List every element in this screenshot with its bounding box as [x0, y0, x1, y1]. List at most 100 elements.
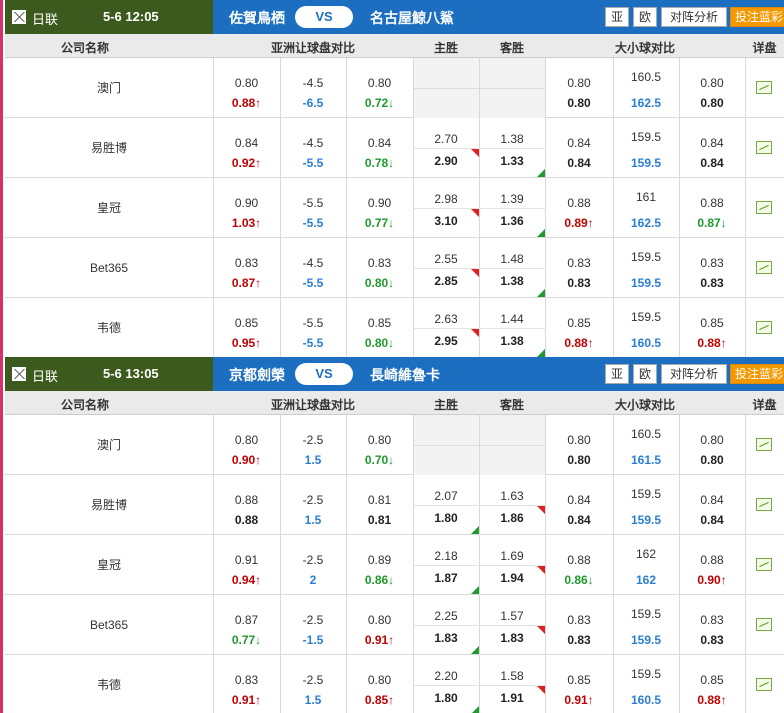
- ah-h1: 0.83: [234, 673, 259, 687]
- fall-marker-icon: [537, 349, 545, 357]
- league-bar: 日联 5-6 12:05: [5, 0, 213, 34]
- chart-icon[interactable]: [756, 618, 772, 631]
- match-header: 日联 5-6 13:05 京都劍榮 VS 長崎維魯卡 亚欧对阵分析 投注蓝彩: [5, 357, 784, 391]
- wl-a2: 1.38: [500, 334, 524, 348]
- ou-l2: 159.5: [630, 633, 662, 647]
- ou-o2: 0.91↑: [564, 693, 594, 707]
- vs-badge: VS: [295, 6, 353, 28]
- chart-icon[interactable]: [756, 141, 772, 154]
- ou-o1: 0.80: [567, 433, 591, 447]
- empty-odds-cell: [414, 88, 479, 118]
- ah-l2: 2: [309, 573, 317, 587]
- ah-l1: -2.5: [302, 673, 324, 687]
- ah-a2: 0.81: [367, 513, 392, 527]
- inner-divider: [413, 685, 545, 686]
- wl-a2: 1.33: [500, 154, 524, 168]
- company-name[interactable]: 韦德: [5, 655, 213, 713]
- company-name[interactable]: 易胜博: [5, 118, 213, 178]
- wl-h2: 1.83: [434, 631, 458, 645]
- ou-o2: 0.88↑: [564, 336, 594, 350]
- chart-icon[interactable]: [756, 438, 772, 451]
- cell-divider: [745, 595, 746, 655]
- analysis-button[interactable]: 对阵分析: [661, 364, 727, 384]
- chart-icon[interactable]: [756, 81, 772, 94]
- chart-icon[interactable]: [756, 498, 772, 511]
- wl-a1: 1.48: [500, 252, 524, 266]
- chart-icon[interactable]: [756, 678, 772, 691]
- ou-u1: 0.88: [700, 553, 724, 567]
- analysis-button[interactable]: 对阵分析: [661, 7, 727, 27]
- ah-a2: 0.80↓: [364, 336, 395, 350]
- ah-l1: -2.5: [302, 493, 324, 507]
- ah-h2: 0.94↑: [231, 573, 262, 587]
- fall-marker-icon: [537, 289, 545, 297]
- ah-l2: 1.5: [304, 453, 322, 467]
- ah-h1: 0.84: [234, 136, 259, 150]
- collapse-checkbox-icon[interactable]: [12, 367, 26, 381]
- wl-h2: 1.80: [434, 511, 458, 525]
- company-name[interactable]: 澳门: [5, 58, 213, 118]
- league-name[interactable]: 日联: [32, 9, 58, 28]
- col-company: 公司名称: [60, 398, 109, 412]
- chart-icon[interactable]: [756, 261, 772, 274]
- ah-l1: -5.5: [302, 316, 324, 330]
- match-block: 日联 5-6 12:05 佐賀鳥栖 VS 名古屋鯨八鯊 亚欧对阵分析 投注蓝彩 公司名称 亚洲让…: [5, 0, 784, 358]
- ah-a1: 0.84: [367, 136, 392, 150]
- ou-u1: 0.84: [700, 493, 724, 507]
- home-team[interactable]: 佐賀鳥栖: [229, 8, 285, 28]
- chart-icon[interactable]: [756, 321, 772, 334]
- company-name[interactable]: 皇冠: [5, 535, 213, 595]
- asia-button[interactable]: 亚: [605, 7, 629, 27]
- fall-marker-icon: [471, 526, 479, 534]
- ou-o1: 0.84: [567, 493, 591, 507]
- wl-a1: 1.57: [500, 609, 524, 623]
- cell-divider: [745, 178, 746, 238]
- ah-l1: -4.5: [302, 136, 324, 150]
- bet-button[interactable]: 投注蓝彩: [730, 7, 784, 27]
- empty-odds-cell: [480, 58, 545, 88]
- bet-button[interactable]: 投注蓝彩: [730, 364, 784, 384]
- company-name[interactable]: 皇冠: [5, 178, 213, 238]
- chart-icon[interactable]: [756, 201, 772, 214]
- match-block: 日联 5-6 13:05 京都劍榮 VS 長崎維魯卡 亚欧对阵分析 投注蓝彩 公司名称 亚洲让球…: [5, 357, 784, 713]
- ou-o2: 0.80: [567, 96, 591, 110]
- inner-divider: [413, 148, 545, 149]
- company-name[interactable]: Bet365: [5, 595, 213, 655]
- wl-a1: 1.44: [500, 312, 524, 326]
- ah-a1: 0.80: [367, 76, 392, 90]
- away-team[interactable]: 名古屋鯨八鯊: [370, 8, 454, 28]
- ou-l2: 160.5: [630, 336, 662, 350]
- cell-divider: [745, 475, 746, 535]
- home-team[interactable]: 京都劍榮: [229, 365, 285, 385]
- ah-l2: -5.5: [302, 216, 324, 230]
- ah-a2: 0.70↓: [364, 453, 395, 467]
- inner-divider: [413, 208, 545, 209]
- asia-button[interactable]: 亚: [605, 364, 629, 384]
- ah-a2: 0.72↓: [364, 96, 395, 110]
- col-company: 公司名称: [60, 41, 109, 55]
- wl-h2: 1.80: [434, 691, 458, 705]
- league-name[interactable]: 日联: [32, 366, 58, 385]
- empty-odds-cell: [414, 445, 479, 475]
- league-bar: 日联 5-6 13:05: [5, 357, 213, 391]
- company-name[interactable]: 易胜博: [5, 475, 213, 535]
- euro-button[interactable]: 欧: [633, 364, 657, 384]
- ou-o1: 0.80: [567, 76, 591, 90]
- fall-marker-icon: [471, 706, 479, 713]
- company-name[interactable]: Bet365: [5, 238, 213, 298]
- away-team[interactable]: 長崎維魯卡: [370, 365, 440, 385]
- ah-l2: -5.5: [302, 336, 324, 350]
- euro-button[interactable]: 欧: [633, 7, 657, 27]
- company-name[interactable]: 澳门: [5, 415, 213, 475]
- rise-marker-icon: [471, 269, 479, 277]
- collapse-checkbox-icon[interactable]: [12, 10, 26, 24]
- chart-icon[interactable]: [756, 558, 772, 571]
- ou-l2: 160.5: [630, 693, 662, 707]
- match-datetime: 5-6 13:05: [103, 366, 159, 381]
- column-header-row: 公司名称 亚洲让球盘对比 主胜 客胜 大小球对比 详盘: [5, 391, 784, 415]
- table-row: 韦德 0.85 -5.5 0.85 0.95↑ -5.5 0.80↓ 2.63 1.44 2.95…: [5, 298, 784, 358]
- ou-u2: 0.84: [700, 513, 724, 527]
- wl-a2: 1.36: [500, 214, 524, 228]
- wl-h1: 2.98: [434, 192, 458, 206]
- company-name[interactable]: 韦德: [5, 298, 213, 358]
